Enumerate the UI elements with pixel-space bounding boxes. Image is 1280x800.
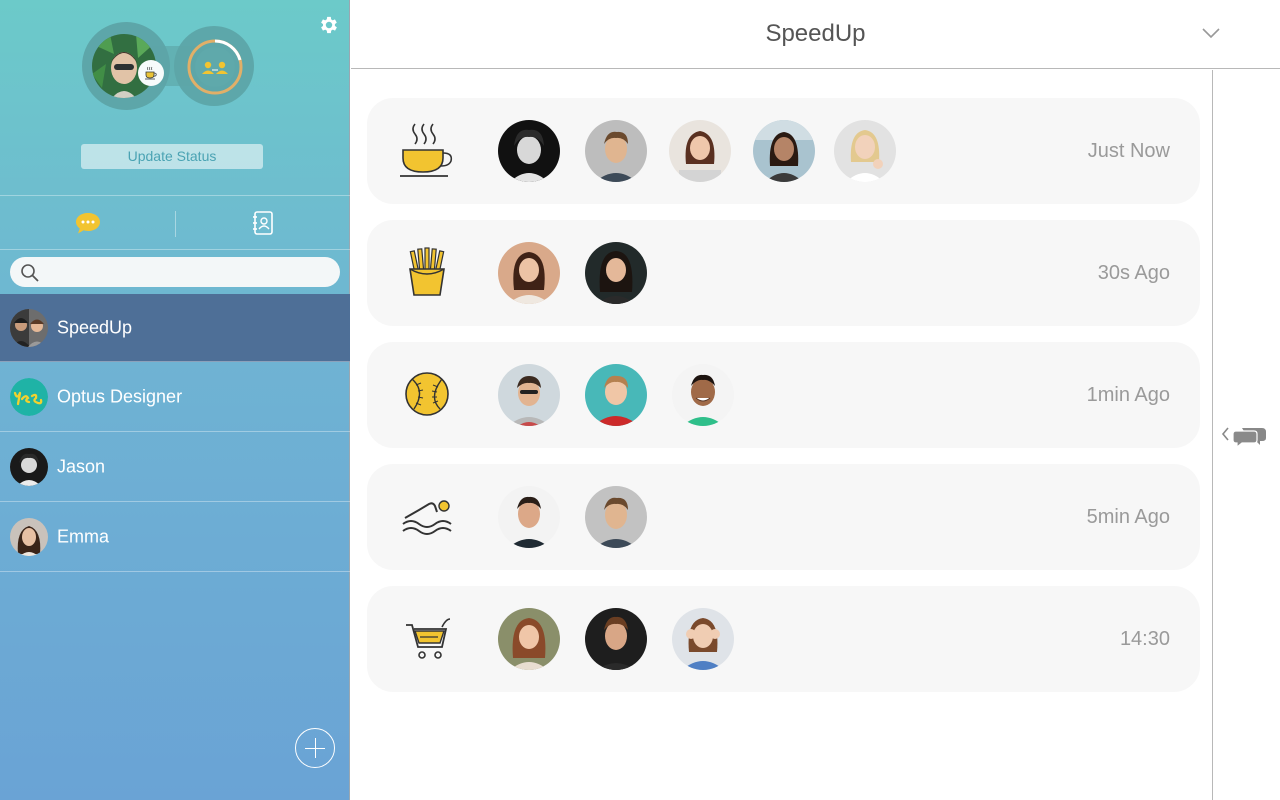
conversation-item-optus-designer[interactable]: Optus Designer xyxy=(0,362,350,432)
profile-bubble[interactable] xyxy=(82,22,170,110)
chevron-down-icon[interactable] xyxy=(1201,26,1221,40)
conversation-name: Optus Designer xyxy=(57,386,183,406)
coffee-cup-icon xyxy=(397,120,457,180)
sidebar-tabs xyxy=(0,195,350,250)
member-avatar[interactable] xyxy=(585,364,647,426)
member-avatar[interactable] xyxy=(834,120,896,182)
chat-header: SpeedUp xyxy=(351,0,1280,69)
conversation-name: SpeedUp xyxy=(57,317,133,337)
search-icon xyxy=(20,263,40,283)
member-avatar[interactable] xyxy=(672,364,734,426)
activity-time: 5min Ago xyxy=(1086,506,1170,528)
group-avatar xyxy=(10,308,48,347)
member-avatar[interactable] xyxy=(585,608,647,670)
member-avatar[interactable] xyxy=(498,242,560,304)
address-book-icon xyxy=(251,210,275,236)
yes-logo-avatar xyxy=(10,377,48,416)
update-status-button[interactable]: Update Status xyxy=(81,144,263,169)
member-avatar[interactable] xyxy=(669,120,731,182)
search-input[interactable] xyxy=(46,261,332,283)
member-avatar[interactable] xyxy=(498,120,560,182)
right-rail-divider xyxy=(1212,70,1213,800)
activity-time: 14:30 xyxy=(1119,628,1170,650)
activity-time: 1min Ago xyxy=(1086,384,1170,406)
conversation-item-speedup[interactable]: SpeedUp xyxy=(0,294,350,362)
activity-time: 30s Ago xyxy=(1097,262,1170,284)
coffee-status-badge xyxy=(138,60,164,86)
chat-bubble-icon xyxy=(75,211,101,235)
tab-contacts[interactable] xyxy=(175,196,350,250)
conversation-name: Emma xyxy=(57,526,110,546)
conversation-list: SpeedUp Optus Designer Jason Emma xyxy=(0,294,350,572)
chat-panel-toggle-icon[interactable] xyxy=(1220,420,1268,450)
member-avatar[interactable] xyxy=(585,242,647,304)
gear-icon[interactable] xyxy=(318,14,340,36)
member-avatar[interactable] xyxy=(753,120,815,182)
member-avatar[interactable] xyxy=(498,364,560,426)
conversation-item-jason[interactable]: Jason xyxy=(0,432,350,502)
sidebar: Update Status SpeedUp Optus Designer Jas… xyxy=(0,0,350,800)
fries-icon xyxy=(397,242,457,302)
activity-card-swimming[interactable]: 5min Ago xyxy=(367,464,1200,570)
conversation-item-emma[interactable]: Emma xyxy=(0,502,350,572)
activity-card-shopping[interactable]: 14:30 xyxy=(367,586,1200,692)
shopping-cart-icon xyxy=(397,608,457,668)
person-avatar xyxy=(10,517,48,556)
page-title: SpeedUp xyxy=(765,20,866,47)
member-avatar[interactable] xyxy=(672,608,734,670)
activity-time: Just Now xyxy=(1087,140,1170,162)
activity-card-softball[interactable]: 1min Ago xyxy=(367,342,1200,448)
softball-icon xyxy=(397,364,457,424)
member-avatar[interactable] xyxy=(498,608,560,670)
status-bubbles xyxy=(82,22,254,110)
search-box xyxy=(10,257,340,287)
tab-chats[interactable] xyxy=(0,196,175,250)
add-conversation-button[interactable] xyxy=(295,728,335,768)
member-avatar[interactable] xyxy=(585,120,647,182)
activity-card-fries[interactable]: 30s Ago xyxy=(367,220,1200,326)
conversation-name: Jason xyxy=(57,456,106,476)
member-avatar[interactable] xyxy=(585,486,647,548)
member-avatar[interactable] xyxy=(498,486,560,548)
swimmer-icon xyxy=(397,486,457,546)
meeting-timer-icon xyxy=(182,34,248,100)
activity-card-coffee[interactable]: Just Now xyxy=(367,98,1200,204)
person-avatar xyxy=(10,447,48,486)
